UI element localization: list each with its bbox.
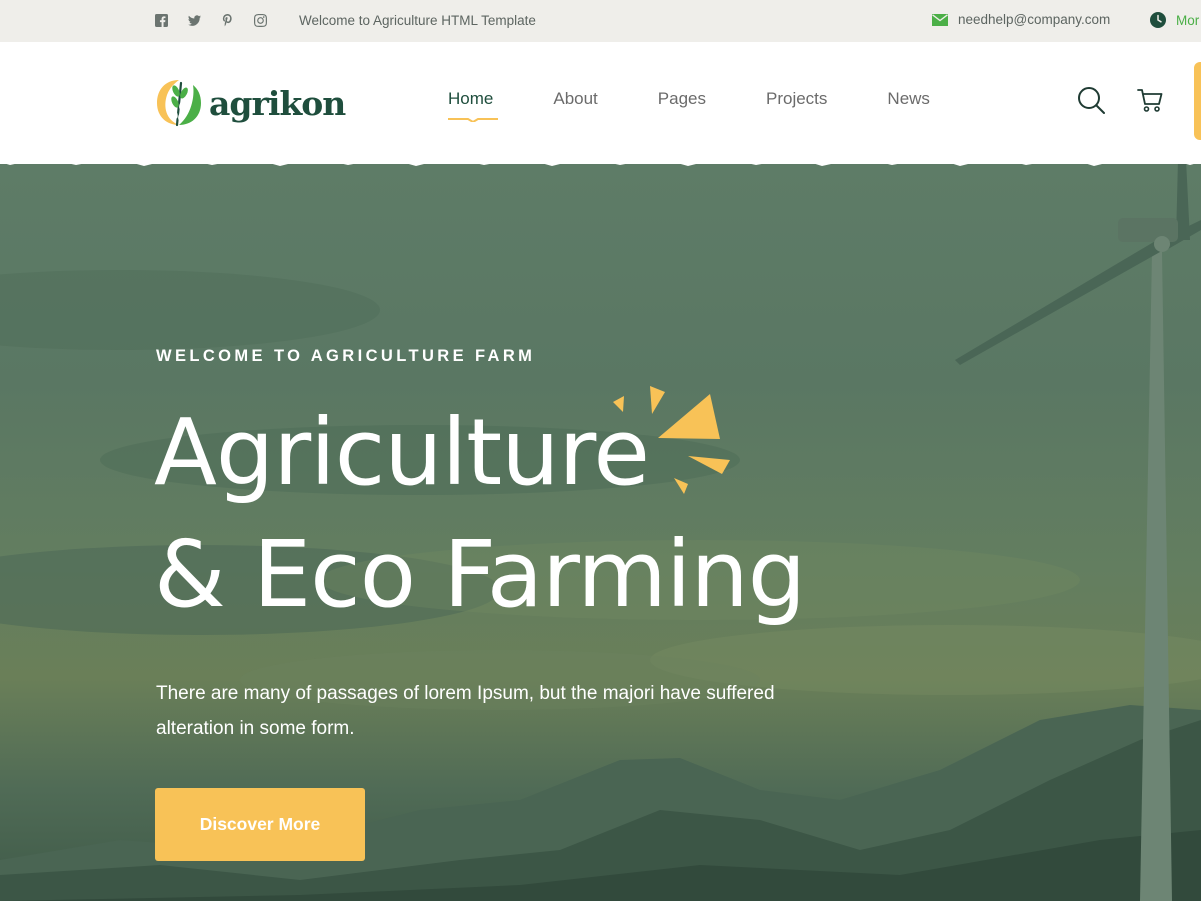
wheat-logo-icon	[157, 80, 201, 127]
nav-projects[interactable]: Projects	[766, 89, 827, 109]
hero-eyebrow: WELCOME TO AGRICULTURE FARM	[156, 347, 536, 365]
contact-email[interactable]: needhelp@company.com	[932, 12, 1110, 27]
headline-line-1: Agriculture	[154, 399, 650, 506]
social-links	[154, 12, 267, 28]
hero-description: There are many of passages of lorem Ipsu…	[156, 683, 775, 739]
nav-pages-label: Pages	[657, 89, 706, 108]
nav-news-label: News	[887, 89, 930, 108]
cart-icon[interactable]	[1137, 87, 1163, 113]
contact-hours: Mor	[1150, 12, 1199, 28]
instagram-icon[interactable]	[253, 12, 267, 28]
envelope-icon	[932, 13, 948, 26]
clock-icon	[1150, 12, 1166, 28]
main-header: agrikon Home About Pages Projects News	[0, 42, 1201, 164]
nav-home-label: Home	[448, 89, 494, 108]
welcome-text: Welcome to Agriculture HTML Template	[299, 13, 536, 28]
search-icon[interactable]	[1077, 86, 1105, 114]
twitter-icon[interactable]	[187, 12, 201, 28]
nav-pages[interactable]: Pages	[658, 89, 706, 109]
logo-text: agrikon	[209, 83, 346, 123]
torn-paper-edge	[0, 150, 1201, 166]
email-link[interactable]: needhelp@company.com	[958, 12, 1110, 27]
hours-text: Mor	[1176, 12, 1200, 28]
discover-more-button[interactable]: Discover More	[155, 788, 365, 861]
nav-about[interactable]: About	[553, 89, 597, 109]
facebook-icon[interactable]	[154, 12, 168, 28]
hero-headline: Agriculture & Eco Farming	[154, 392, 854, 636]
nav-about-label: About	[553, 89, 598, 108]
nav-projects-label: Projects	[766, 89, 828, 108]
logo[interactable]: agrikon	[155, 75, 346, 129]
pinterest-icon[interactable]	[220, 12, 234, 28]
main-nav: Home About Pages Projects News	[448, 89, 990, 122]
headline-line-2: & Eco Farming	[154, 521, 806, 628]
top-bar: Welcome to Agriculture HTML Template nee…	[0, 0, 1201, 42]
nav-home[interactable]: Home	[448, 89, 498, 122]
active-underline	[448, 118, 498, 122]
hero-section: WELCOME TO AGRICULTURE FARM Agriculture …	[0, 160, 1201, 901]
header-accent-tab[interactable]	[1194, 62, 1201, 140]
nav-news[interactable]: News	[887, 89, 930, 109]
sparkle-icon	[613, 386, 730, 494]
